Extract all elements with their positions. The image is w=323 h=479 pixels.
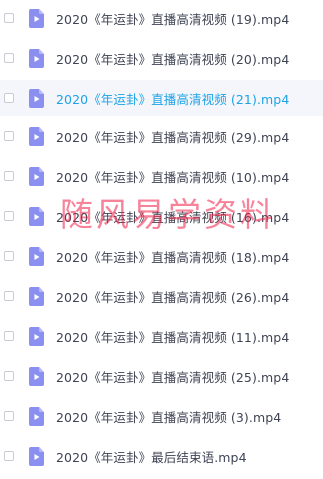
video-file-icon: [29, 246, 44, 266]
row-checkbox[interactable]: [4, 211, 14, 221]
video-file-icon: [29, 366, 44, 386]
file-row[interactable]: 2020《年运卦》直播高清视频 (29).mp4: [0, 118, 323, 154]
video-file-icon: [29, 326, 44, 346]
file-name[interactable]: 2020《年运卦》直播高清视频 (21).mp4: [56, 89, 289, 108]
file-row[interactable]: 2020《年运卦》直播高清视频 (19).mp4: [0, 0, 323, 36]
row-checkbox[interactable]: [4, 171, 14, 181]
file-name[interactable]: 2020《年运卦》最后结束语.mp4: [56, 447, 247, 466]
video-file-icon: [29, 286, 44, 306]
file-name[interactable]: 2020《年运卦》直播高清视频 (25).mp4: [56, 367, 289, 386]
row-checkbox[interactable]: [4, 131, 14, 141]
file-row[interactable]: 2020《年运卦》直播高清视频 (16).mp4: [0, 198, 323, 234]
row-checkbox[interactable]: [4, 13, 14, 23]
file-row-highlighted[interactable]: 2020《年运卦》直播高清视频 (21).mp4: [0, 80, 323, 116]
video-file-icon: [29, 8, 44, 28]
file-row[interactable]: 2020《年运卦》直播高清视频 (11).mp4: [0, 318, 323, 354]
file-name[interactable]: 2020《年运卦》直播高清视频 (29).mp4: [56, 127, 289, 146]
row-checkbox[interactable]: [4, 291, 14, 301]
file-name[interactable]: 2020《年运卦》直播高清视频 (26).mp4: [56, 287, 289, 306]
file-name[interactable]: 2020《年运卦》直播高清视频 (10).mp4: [56, 167, 289, 186]
video-file-icon: [29, 88, 44, 108]
file-row[interactable]: 2020《年运卦》直播高清视频 (25).mp4: [0, 358, 323, 394]
file-row[interactable]: 2020《年运卦》直播高清视频 (3).mp4: [0, 398, 323, 434]
row-checkbox[interactable]: [4, 411, 14, 421]
row-checkbox[interactable]: [4, 251, 14, 261]
video-file-icon: [29, 166, 44, 186]
row-checkbox[interactable]: [4, 331, 14, 341]
file-row[interactable]: 2020《年运卦》直播高清视频 (26).mp4: [0, 278, 323, 314]
file-name[interactable]: 2020《年运卦》直播高清视频 (18).mp4: [56, 247, 289, 266]
file-name[interactable]: 2020《年运卦》直播高清视频 (3).mp4: [56, 407, 281, 426]
row-checkbox[interactable]: [4, 451, 14, 461]
row-checkbox[interactable]: [4, 93, 14, 103]
file-list: 2020《年运卦》直播高清视频 (19).mp4 2020《年运卦》直播高清视频…: [0, 0, 323, 479]
video-file-icon: [29, 126, 44, 146]
video-file-icon: [29, 446, 44, 466]
file-name[interactable]: 2020《年运卦》直播高清视频 (19).mp4: [56, 9, 289, 28]
video-file-icon: [29, 406, 44, 426]
row-checkbox[interactable]: [4, 53, 14, 63]
file-row[interactable]: 2020《年运卦》最后结束语.mp4: [0, 438, 323, 474]
file-row[interactable]: 2020《年运卦》直播高清视频 (10).mp4: [0, 158, 323, 194]
video-file-icon: [29, 206, 44, 226]
row-checkbox[interactable]: [4, 371, 14, 381]
file-name[interactable]: 2020《年运卦》直播高清视频 (11).mp4: [56, 327, 289, 346]
file-name[interactable]: 2020《年运卦》直播高清视频 (16).mp4: [56, 207, 289, 226]
file-row[interactable]: 2020《年运卦》直播高清视频 (20).mp4: [0, 40, 323, 76]
video-file-icon: [29, 48, 44, 68]
file-row[interactable]: 2020《年运卦》直播高清视频 (18).mp4: [0, 238, 323, 274]
file-name[interactable]: 2020《年运卦》直播高清视频 (20).mp4: [56, 49, 289, 68]
